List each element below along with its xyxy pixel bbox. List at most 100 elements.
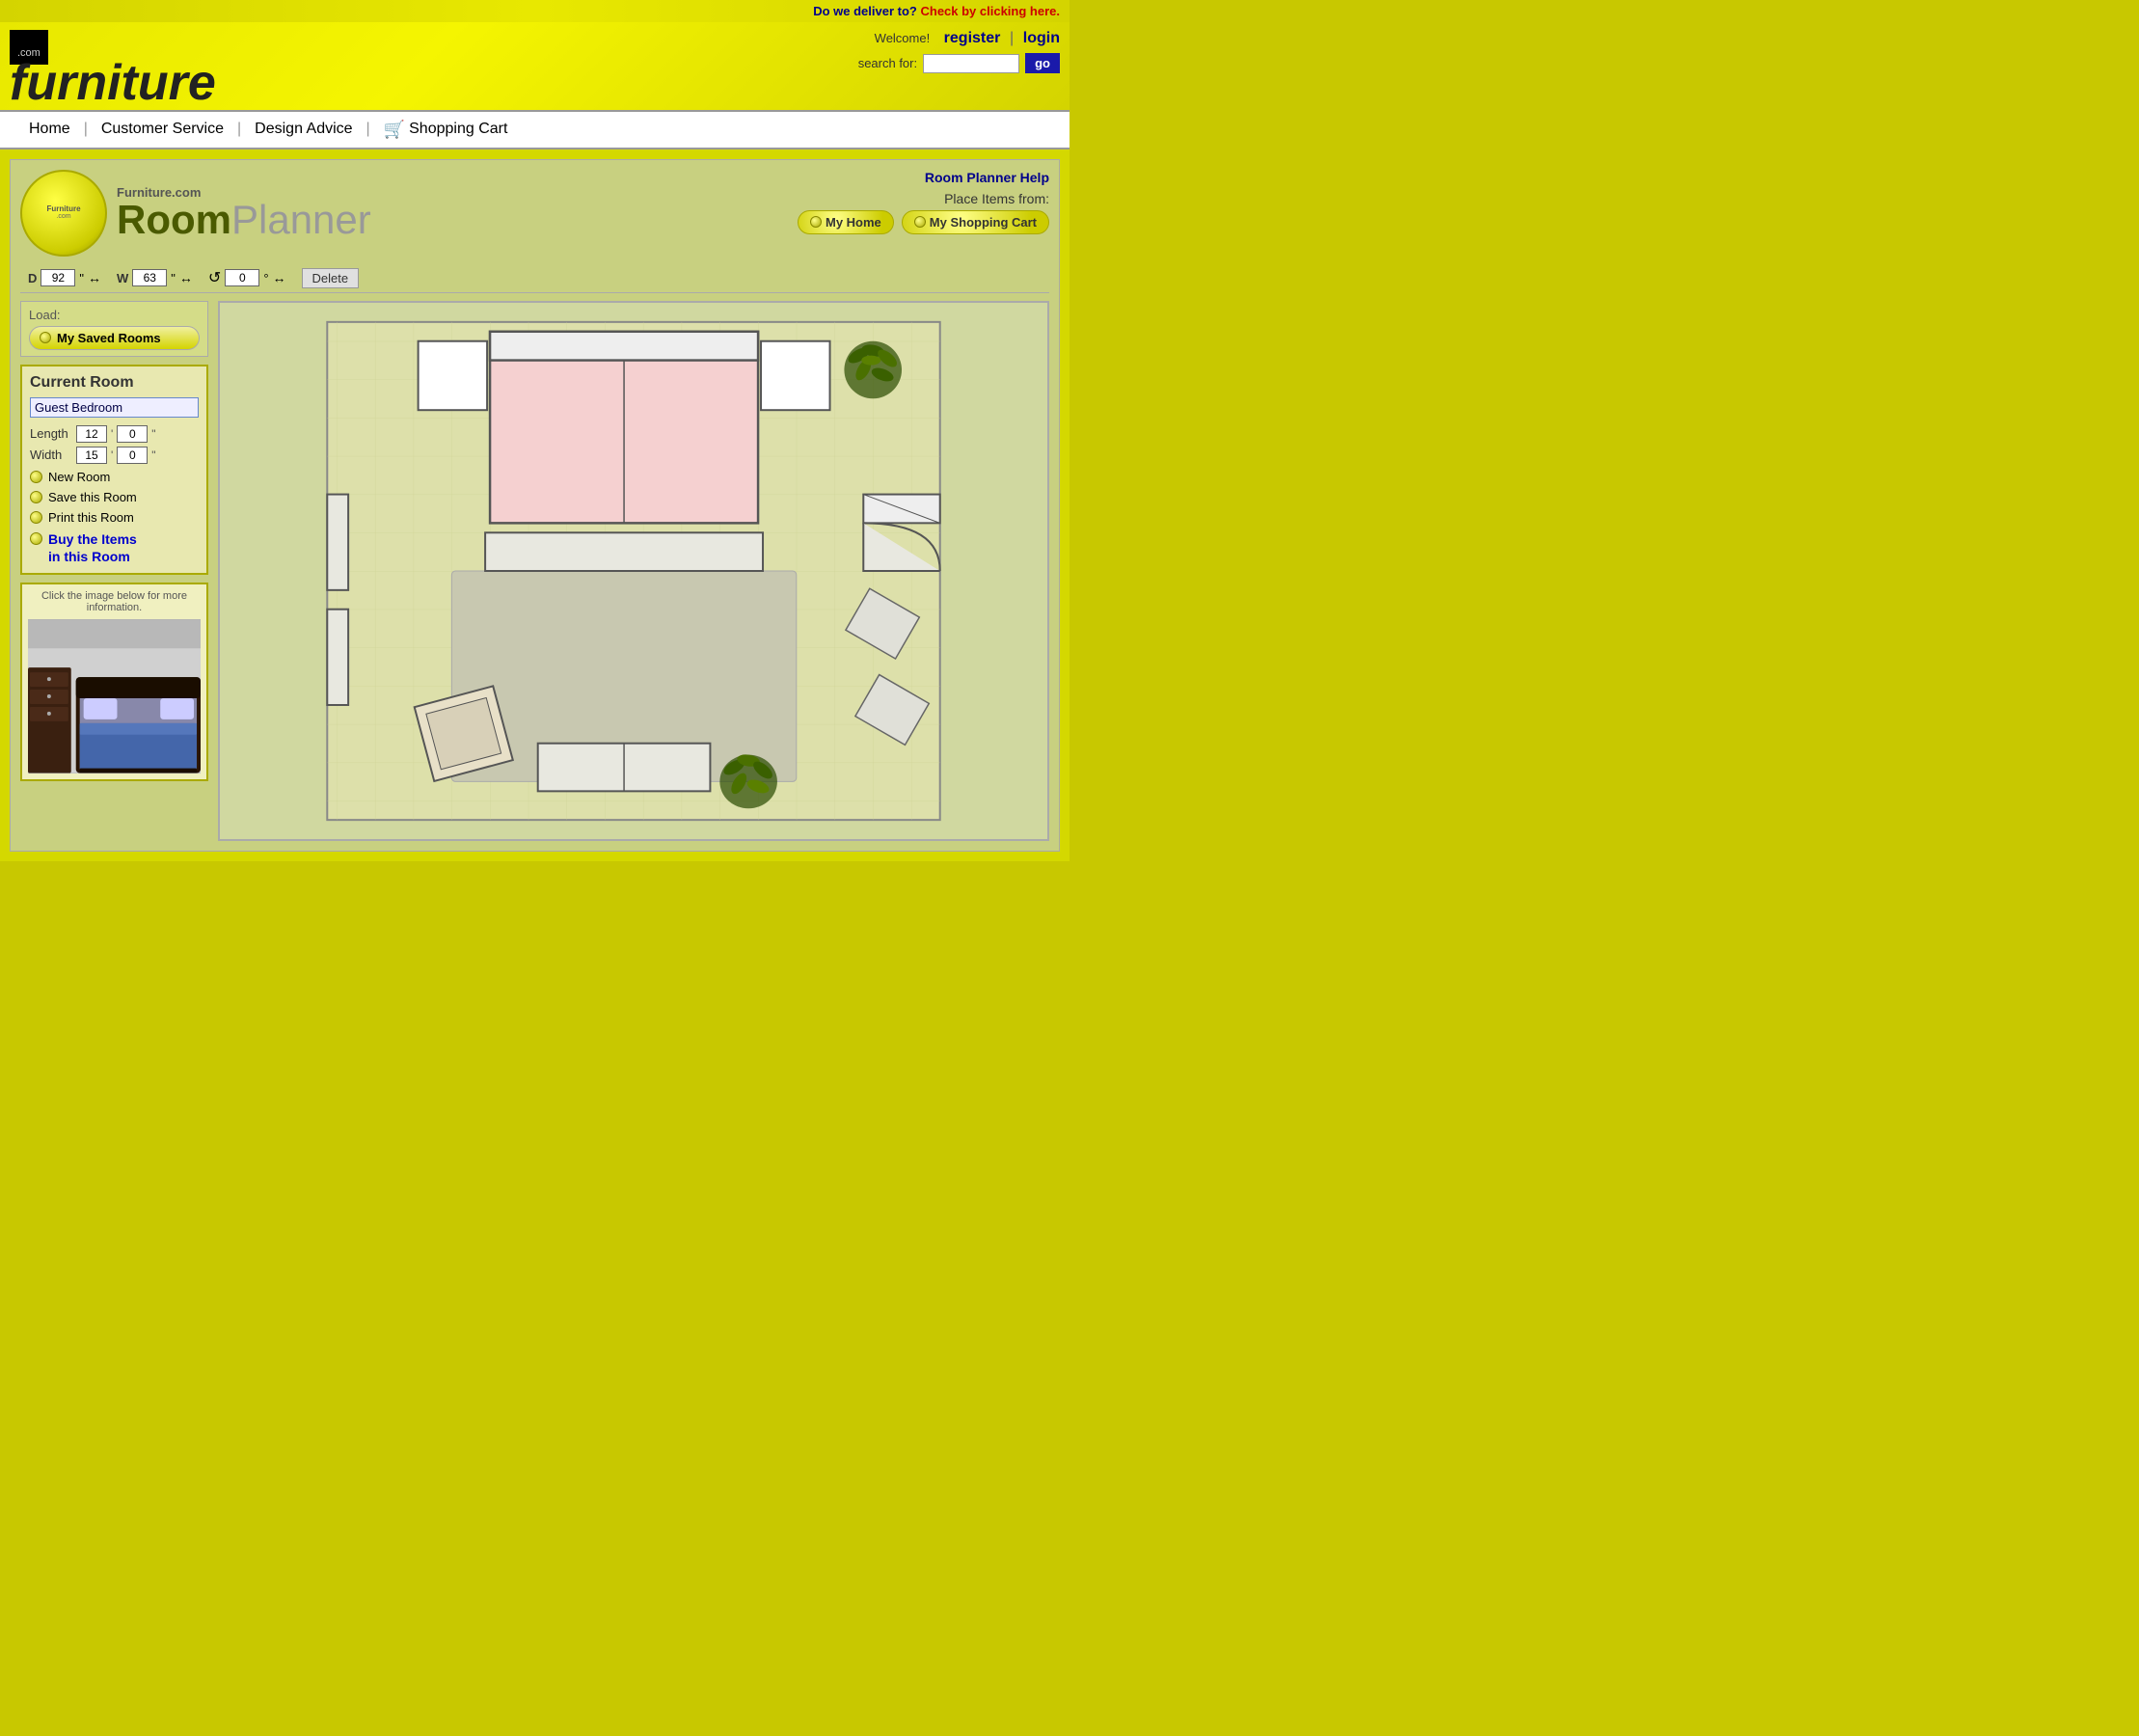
cart-icon: 🛒	[384, 120, 405, 140]
save-room-action[interactable]: Save this Room	[30, 490, 199, 504]
new-room-action[interactable]: New Room	[30, 470, 199, 484]
welcome-row: Welcome! register | login	[858, 30, 1060, 47]
print-room-label: Print this Room	[48, 510, 134, 525]
search-label: search for:	[858, 56, 917, 70]
floor-plan-svg	[220, 303, 1047, 839]
delivery-question: Do we deliver to?	[813, 4, 917, 18]
w-unit: "	[171, 271, 176, 285]
w-label: W	[117, 271, 128, 285]
print-room-action[interactable]: Print this Room	[30, 510, 199, 525]
delete-button[interactable]: Delete	[302, 268, 360, 288]
place-items-label: Place Items from:	[798, 191, 1049, 206]
load-btn-bullet	[40, 332, 51, 343]
search-input[interactable]	[923, 54, 1019, 73]
nav-bar: Home | Customer Service | Design Advice …	[0, 110, 1070, 149]
room-canvas	[218, 301, 1049, 841]
current-room-title: Current Room	[30, 374, 199, 392]
width-in-input[interactable]	[117, 447, 148, 464]
search-row: search for: go	[858, 53, 1060, 73]
room-actions: New Room Save this Room Print this Room	[30, 470, 199, 565]
load-label: Load:	[29, 308, 61, 322]
width-label: Width	[30, 448, 72, 462]
info-box-title: Click the image below for more informati…	[28, 590, 201, 613]
login-link[interactable]: login	[1023, 30, 1060, 46]
depth-control: D 92 " ↔	[28, 269, 101, 286]
w-arrow: ↔	[179, 270, 193, 285]
header: .com furniture Welcome! register | login…	[0, 22, 1070, 110]
nav-customer-service[interactable]: Customer Service	[88, 121, 237, 138]
go-button[interactable]: go	[1025, 53, 1060, 73]
width-inch: "	[151, 448, 155, 462]
my-cart-label: My Shopping Cart	[930, 215, 1037, 230]
buy-items-label: Buy the Itemsin this Room	[48, 530, 137, 565]
r-unit: °	[263, 271, 268, 285]
buy-items-bullet	[30, 532, 42, 545]
left-panel: Load: My Saved Rooms Current Room Length…	[20, 301, 208, 841]
length-in-input[interactable]	[117, 425, 148, 443]
load-section: Load: My Saved Rooms	[20, 301, 208, 357]
planner-logo-circle: Furniture .com	[20, 170, 107, 257]
bottom-strip	[0, 861, 1070, 900]
width-row: Width ' "	[30, 447, 199, 464]
width-sep: '	[111, 448, 113, 462]
nav-shopping-cart[interactable]: 🛒 Shopping Cart	[370, 120, 522, 140]
canvas-area[interactable]	[218, 301, 1049, 841]
my-home-label: My Home	[826, 215, 881, 230]
main-content: Furniture .com Furniture.com RoomPlanner…	[0, 149, 1070, 861]
length-inch: "	[151, 427, 155, 441]
d-unit: "	[79, 271, 84, 285]
bed-preview-svg	[28, 619, 201, 773]
planner-body: Load: My Saved Rooms Current Room Length…	[20, 301, 1049, 841]
load-saved-rooms-button[interactable]: My Saved Rooms	[29, 326, 200, 350]
r-arrow: ↔	[273, 270, 286, 285]
header-right: Welcome! register | login search for: go	[858, 30, 1060, 73]
planner-logo: Furniture .com Furniture.com RoomPlanner	[20, 170, 371, 257]
planner-container: Furniture .com Furniture.com RoomPlanner…	[10, 159, 1060, 852]
my-home-button[interactable]: My Home	[798, 210, 894, 234]
length-ft-input[interactable]	[76, 425, 107, 443]
d-label: D	[28, 271, 37, 285]
room-planner-help-link[interactable]: Room Planner Help	[798, 170, 1049, 185]
print-room-bullet	[30, 511, 42, 524]
my-cart-button[interactable]: My Shopping Cart	[902, 210, 1049, 234]
load-btn-label: My Saved Rooms	[57, 331, 161, 345]
planner-title-area: Furniture.com RoomPlanner	[117, 185, 371, 240]
delivery-check-link[interactable]: Check by clicking here.	[920, 4, 1060, 18]
info-box: Click the image below for more informati…	[20, 583, 208, 781]
delivery-bar: Do we deliver to? Check by clicking here…	[0, 0, 1070, 22]
nav-separator: |	[1010, 30, 1014, 46]
plant-top-right	[844, 341, 902, 399]
length-sep: '	[111, 427, 113, 441]
save-room-bullet	[30, 491, 42, 503]
width-ft-input[interactable]	[76, 447, 107, 464]
length-label: Length	[30, 426, 72, 441]
length-row: Length ' "	[30, 425, 199, 443]
planner-right: Room Planner Help Place Items from: My H…	[798, 170, 1049, 234]
planner-title-planner: Planner	[231, 197, 371, 242]
d-arrow: ↔	[88, 270, 101, 285]
welcome-text: Welcome!	[875, 31, 931, 45]
planner-header: Furniture .com Furniture.com RoomPlanner…	[20, 170, 1049, 257]
r-input[interactable]: 0	[225, 269, 259, 286]
bed-preview[interactable]	[28, 619, 201, 773]
nav-home[interactable]: Home	[15, 121, 84, 138]
rotate-icon: ↺	[208, 268, 221, 287]
logo-text: furniture	[10, 61, 216, 106]
w-input[interactable]: 63	[132, 269, 167, 286]
new-room-bullet	[30, 471, 42, 483]
buy-items-action[interactable]: Buy the Itemsin this Room	[30, 530, 199, 565]
nav-design-advice[interactable]: Design Advice	[241, 121, 366, 138]
current-room-box: Current Room Length ' " Width '	[20, 365, 208, 575]
room-name-input[interactable]	[30, 397, 199, 418]
new-room-label: New Room	[48, 470, 110, 484]
planner-title: RoomPlanner	[117, 200, 371, 240]
register-link[interactable]: register	[944, 30, 1001, 46]
place-items-buttons: My Home My Shopping Cart	[798, 210, 1049, 234]
d-input[interactable]: 92	[41, 269, 75, 286]
controls-toolbar: D 92 " ↔ W 63 " ↔ ↺ 0 ° ↔ Delete	[20, 264, 1049, 293]
my-cart-bullet	[914, 216, 926, 228]
planner-title-room: Room	[117, 197, 231, 242]
logo-main: furniture	[10, 55, 216, 111]
width-control: W 63 " ↔	[117, 269, 193, 286]
my-home-bullet	[810, 216, 822, 228]
